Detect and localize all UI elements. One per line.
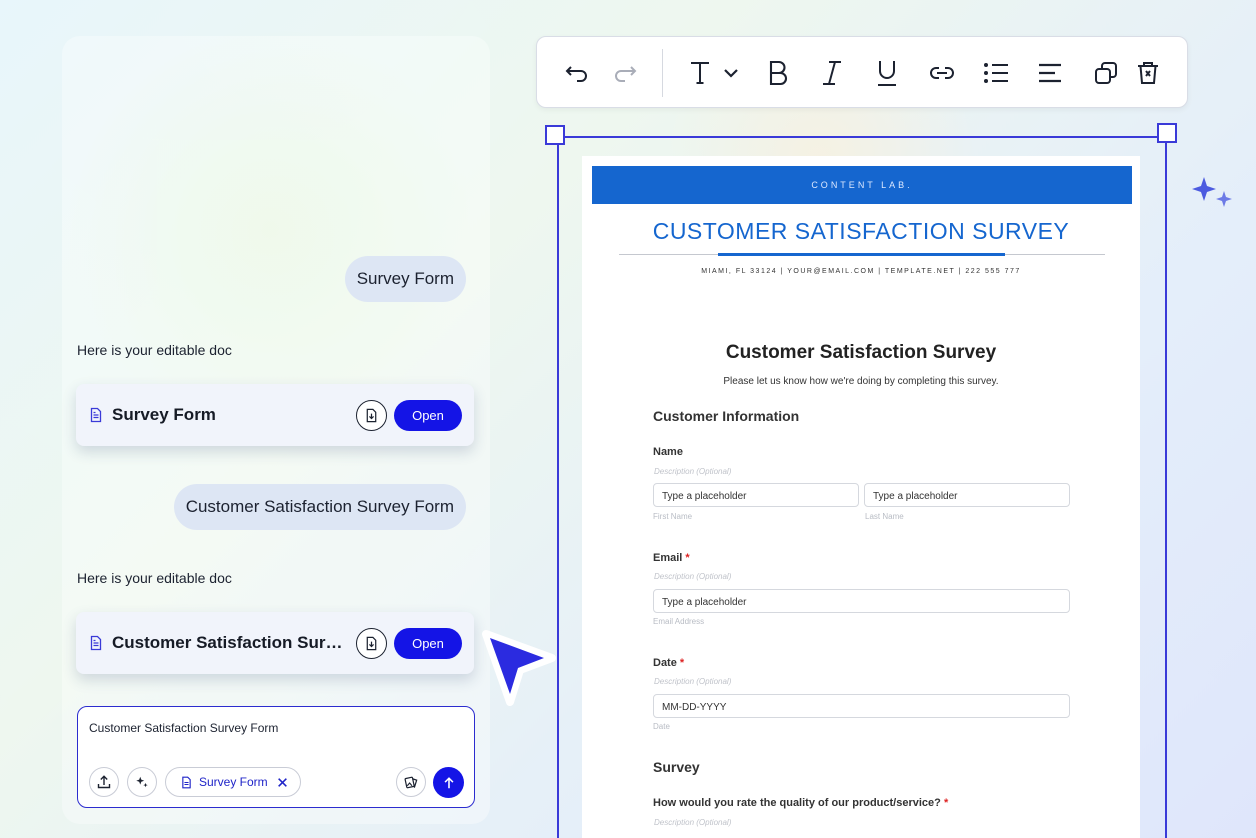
bold-icon bbox=[769, 60, 787, 86]
field-label-email: Email * bbox=[653, 552, 690, 564]
document-icon bbox=[90, 635, 102, 651]
form-title: Customer Satisfaction Survey bbox=[725, 342, 997, 363]
sparkle-icon bbox=[1192, 177, 1232, 207]
user-message: Survey Form bbox=[344, 256, 466, 302]
doc-banner: CONTENT LAB. bbox=[592, 166, 1132, 204]
attachment-chip[interactable]: Survey Form bbox=[165, 767, 301, 797]
resize-handle-top-right[interactable] bbox=[1157, 123, 1177, 143]
download-button[interactable] bbox=[356, 399, 387, 431]
field-caption: First Name bbox=[653, 512, 693, 521]
cursor-arrow-icon bbox=[482, 630, 556, 706]
field-description: Description (Optional) bbox=[654, 572, 732, 581]
section-heading: Survey bbox=[653, 759, 700, 775]
field-label-date: Date * bbox=[653, 657, 685, 669]
resize-handle-top-left[interactable] bbox=[545, 125, 565, 145]
open-button[interactable]: Open bbox=[394, 399, 462, 431]
italic-button[interactable] bbox=[817, 55, 847, 91]
link-button[interactable] bbox=[927, 55, 957, 91]
required-mark: * bbox=[685, 552, 690, 564]
last-name-input[interactable]: Type a placeholder bbox=[864, 483, 1070, 507]
upload-icon bbox=[97, 775, 111, 789]
delete-button[interactable] bbox=[1133, 55, 1163, 91]
composer-input[interactable]: Customer Satisfaction Survey Form bbox=[89, 721, 278, 735]
field-description: Description (Optional) bbox=[654, 467, 732, 476]
required-mark: * bbox=[943, 797, 949, 809]
text-style-dropdown[interactable] bbox=[687, 55, 747, 91]
gallery-icon bbox=[404, 776, 417, 788]
document-icon bbox=[90, 407, 102, 423]
duplicate-icon bbox=[1095, 62, 1117, 84]
message-composer[interactable]: Customer Satisfaction Survey Form Survey… bbox=[77, 706, 475, 808]
undo-button[interactable] bbox=[559, 55, 595, 91]
user-message: Customer Satisfaction Survey Form bbox=[173, 484, 466, 530]
send-button[interactable] bbox=[433, 767, 464, 798]
first-name-input[interactable]: Type a placeholder bbox=[653, 483, 859, 507]
field-caption: Email Address bbox=[653, 617, 705, 626]
document-icon bbox=[182, 776, 191, 788]
assistant-message: Here is your editable doc bbox=[77, 570, 232, 586]
doc-address: MIAMI, FL 33124 | YOUR@EMAIL.COM | TEMPL… bbox=[701, 268, 1021, 275]
email-input[interactable]: Type a placeholder bbox=[653, 589, 1070, 613]
doc-card[interactable]: Customer Satisfaction Survey Form Open bbox=[76, 612, 474, 674]
italic-icon bbox=[823, 61, 841, 85]
image-gallery-button[interactable] bbox=[396, 767, 426, 797]
arrow-up-icon bbox=[444, 776, 453, 788]
form-subtitle: Please let us know how we're doing by co… bbox=[723, 376, 999, 387]
close-icon[interactable] bbox=[277, 777, 288, 788]
required-mark: * bbox=[679, 657, 685, 669]
date-input[interactable]: MM-DD-YYYY bbox=[653, 694, 1070, 718]
field-label-name: Name bbox=[653, 446, 683, 458]
field-description: Description (Optional) bbox=[654, 818, 732, 827]
open-button[interactable]: Open bbox=[394, 627, 462, 659]
section-heading: Customer Information bbox=[653, 408, 800, 424]
ai-sparkle-button[interactable] bbox=[127, 767, 157, 797]
document-page[interactable]: CONTENT LAB. CUSTOMER SATISFACTION SURVE… bbox=[582, 156, 1140, 838]
bullet-list-icon bbox=[984, 63, 1008, 83]
undo-icon bbox=[565, 66, 587, 82]
field-description: Description (Optional) bbox=[654, 677, 732, 686]
download-icon bbox=[366, 408, 377, 422]
doc-card-title: Survey Form bbox=[112, 405, 216, 424]
text-style-icon bbox=[691, 62, 738, 84]
sparkle-icon bbox=[136, 776, 148, 788]
toolbar-divider bbox=[662, 49, 663, 97]
bullet-list-button[interactable] bbox=[981, 55, 1011, 91]
align-left-icon bbox=[1039, 63, 1061, 83]
assistant-message: Here is your editable doc bbox=[77, 342, 232, 358]
title-underline bbox=[718, 253, 1005, 256]
chat-panel: Survey Form Here is your editable doc Su… bbox=[62, 36, 490, 824]
download-icon bbox=[366, 636, 377, 650]
redo-icon bbox=[615, 66, 637, 82]
underline-icon bbox=[878, 61, 896, 86]
survey-question: How would you rate the quality of our pr… bbox=[653, 797, 949, 809]
redo-button[interactable] bbox=[607, 55, 643, 91]
align-left-button[interactable] bbox=[1035, 55, 1065, 91]
doc-card-title: Customer Satisfaction Survey Form bbox=[112, 633, 348, 652]
doc-card[interactable]: Survey Form Open bbox=[76, 384, 474, 446]
field-caption: Last Name bbox=[865, 512, 904, 521]
format-toolbar bbox=[536, 36, 1188, 108]
link-icon bbox=[930, 67, 954, 79]
delete-icon bbox=[1138, 62, 1158, 84]
bold-button[interactable] bbox=[763, 55, 793, 91]
duplicate-button[interactable] bbox=[1091, 55, 1121, 91]
underline-button[interactable] bbox=[872, 55, 902, 91]
upload-button[interactable] bbox=[89, 767, 119, 797]
field-caption: Date bbox=[653, 722, 670, 731]
download-button[interactable] bbox=[356, 627, 387, 659]
doc-title: CUSTOMER SATISFACTION SURVEY bbox=[652, 218, 1070, 244]
attachment-chip-label: Survey Form bbox=[199, 775, 268, 789]
